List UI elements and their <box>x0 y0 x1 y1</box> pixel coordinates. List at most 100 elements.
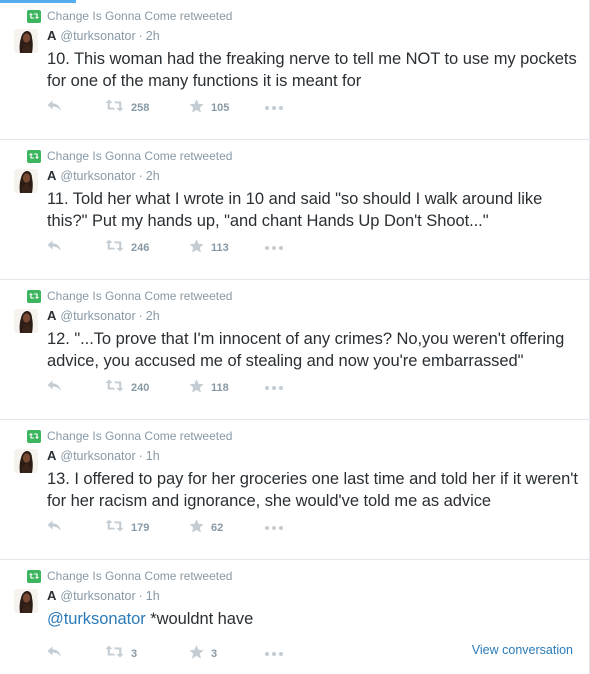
retweeted-by-label: Change Is Gonna Come retweeted <box>47 289 233 303</box>
tweet-header: A @turksonator · 2h <box>47 168 160 184</box>
star-icon <box>189 644 204 664</box>
retweet-count: 240 <box>131 382 150 394</box>
avatar[interactable] <box>14 589 38 613</box>
retweet-badge-icon <box>27 9 41 23</box>
star-icon <box>189 518 204 538</box>
author-handle[interactable]: @turksonator <box>60 28 135 44</box>
reply-button[interactable] <box>47 100 105 116</box>
reply-arrow-icon <box>47 519 62 537</box>
more-options-button[interactable] <box>265 100 283 116</box>
author-handle[interactable]: @turksonator <box>60 588 135 604</box>
favorite-button[interactable]: 3 <box>189 644 265 664</box>
author-name[interactable]: A <box>47 588 56 604</box>
author-handle[interactable]: @turksonator <box>60 308 135 324</box>
more-options-button[interactable] <box>265 520 283 536</box>
ellipsis-icon-dot <box>272 246 276 250</box>
more-options-button[interactable] <box>265 240 283 256</box>
author-name[interactable]: A <box>47 168 56 184</box>
tweet-actions: 3 3 <box>47 644 283 664</box>
tweet-timestamp[interactable]: 2h <box>146 28 160 44</box>
more-options-button[interactable] <box>265 646 283 662</box>
ellipsis-icon-dot <box>279 246 283 250</box>
star-icon <box>189 98 204 118</box>
view-conversation-link[interactable]: View conversation <box>472 643 573 657</box>
retweet-count: 258 <box>131 102 150 114</box>
ellipsis-icon-dot <box>279 386 283 390</box>
ellipsis-icon-dot <box>279 652 283 656</box>
ellipsis-icon-dot <box>265 652 269 656</box>
star-icon <box>189 378 204 398</box>
reply-button[interactable] <box>47 380 105 396</box>
ellipsis-icon-dot <box>265 246 269 250</box>
author-name[interactable]: A <box>47 308 56 324</box>
retweet-button[interactable]: 258 <box>105 99 189 116</box>
tweet-body: 11. Told her what I wrote in 10 and said… <box>47 190 543 230</box>
tweet-timestamp[interactable]: 1h <box>146 588 160 604</box>
author-handle[interactable]: @turksonator <box>60 168 135 184</box>
ellipsis-icon-dot <box>272 652 276 656</box>
reply-arrow-icon <box>47 645 62 663</box>
tweet-timestamp[interactable]: 2h <box>146 168 160 184</box>
avatar[interactable] <box>14 449 38 473</box>
tweet[interactable]: Change Is Gonna Come retweeted A @turkso… <box>0 0 589 140</box>
retweet-button[interactable]: 179 <box>105 519 189 536</box>
star-icon <box>189 238 204 258</box>
ellipsis-icon-dot <box>272 106 276 110</box>
reply-button[interactable] <box>47 646 105 662</box>
tweet[interactable]: Change Is Gonna Come retweeted A @turkso… <box>0 140 589 280</box>
reply-button[interactable] <box>47 240 105 256</box>
author-handle[interactable]: @turksonator <box>60 448 135 464</box>
favorite-count: 105 <box>211 102 230 114</box>
tweet-header: A @turksonator · 2h <box>47 28 160 44</box>
author-name[interactable]: A <box>47 448 56 464</box>
retweet-context[interactable]: Change Is Gonna Come retweeted <box>27 9 232 23</box>
retweet-context[interactable]: Change Is Gonna Come retweeted <box>27 149 232 163</box>
author-name[interactable]: A <box>47 28 56 44</box>
ellipsis-icon-dot <box>265 526 269 530</box>
favorite-count: 3 <box>211 648 218 660</box>
tweet-body: 13. I offered to pay for her groceries o… <box>47 470 578 510</box>
retweet-arrows-icon <box>105 645 124 663</box>
tweet[interactable]: Change Is Gonna Come retweeted A @turkso… <box>0 280 589 420</box>
favorite-button[interactable]: 118 <box>189 378 265 398</box>
retweet-count: 179 <box>131 522 150 534</box>
favorite-button[interactable]: 62 <box>189 518 265 538</box>
more-options-button[interactable] <box>265 380 283 396</box>
tweet-actions: 246 113 <box>47 238 283 258</box>
retweet-count: 246 <box>131 242 150 254</box>
reply-arrow-icon <box>47 99 62 117</box>
retweet-button[interactable]: 240 <box>105 379 189 397</box>
retweet-badge-icon <box>27 569 41 583</box>
separator-dot: · <box>138 589 143 603</box>
retweet-button[interactable]: 3 <box>105 645 189 663</box>
avatar[interactable] <box>14 29 38 53</box>
reply-arrow-icon <box>47 239 62 257</box>
separator-dot: · <box>138 449 143 463</box>
mention-link[interactable]: @turksonator <box>47 610 146 628</box>
retweeted-by-label: Change Is Gonna Come retweeted <box>47 569 233 583</box>
avatar[interactable] <box>14 309 38 333</box>
tweet-header: A @turksonator · 2h <box>47 308 160 324</box>
retweet-context[interactable]: Change Is Gonna Come retweeted <box>27 289 232 303</box>
tweet-timestamp[interactable]: 1h <box>146 448 160 464</box>
avatar[interactable] <box>14 169 38 193</box>
favorite-count: 62 <box>211 522 224 534</box>
tweet-actions: 258 105 <box>47 98 283 118</box>
tweet-header: A @turksonator · 1h <box>47 448 160 464</box>
tweet-text: 13. I offered to pay for her groceries o… <box>47 468 582 512</box>
favorite-button[interactable]: 105 <box>189 98 265 118</box>
timeline: Change Is Gonna Come retweeted A @turkso… <box>0 0 589 674</box>
tweet[interactable]: Change Is Gonna Come retweeted A @turkso… <box>0 560 589 674</box>
retweet-context[interactable]: Change Is Gonna Come retweeted <box>27 429 232 443</box>
favorite-button[interactable]: 113 <box>189 238 265 258</box>
tweet[interactable]: Change Is Gonna Come retweeted A @turkso… <box>0 420 589 560</box>
ellipsis-icon-dot <box>272 526 276 530</box>
retweet-button[interactable]: 246 <box>105 239 189 256</box>
retweet-context[interactable]: Change Is Gonna Come retweeted <box>27 569 232 583</box>
favorite-count: 118 <box>211 382 229 394</box>
retweet-arrows-icon <box>105 379 124 397</box>
retweet-badge-icon <box>27 149 41 163</box>
tweet-text: 10. This woman had the freaking nerve to… <box>47 48 582 92</box>
tweet-timestamp[interactable]: 2h <box>146 308 160 324</box>
reply-button[interactable] <box>47 520 105 536</box>
